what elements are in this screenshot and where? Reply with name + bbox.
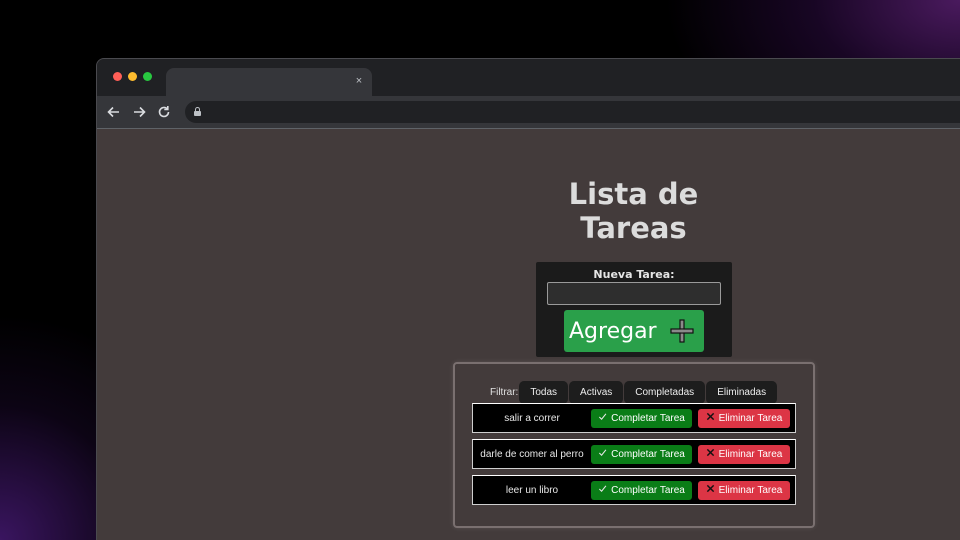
new-task-form: Nueva Tarea: Agregar (536, 262, 732, 357)
task-row: darle de comer al perro Completar Tarea … (472, 439, 796, 469)
filter-deleted-button[interactable]: Eliminadas (706, 381, 778, 404)
delete-task-button[interactable]: Eliminar Tarea (698, 408, 790, 428)
page-viewport: Lista de Tareas Nueva Tarea: Agregar Fil… (97, 129, 960, 540)
delete-task-label: Eliminar Tarea (718, 448, 783, 460)
check-icon (598, 412, 607, 424)
filter-active-button[interactable]: Activas (569, 381, 624, 404)
task-text: darle de comer al perro (480, 448, 584, 460)
forward-arrow-icon[interactable] (130, 103, 148, 121)
task-text: salir a correr (504, 412, 560, 424)
delete-task-button[interactable]: Eliminar Tarea (698, 444, 790, 464)
new-task-label: Nueva Tarea: (593, 268, 675, 281)
filter-label: Filtrar: (490, 387, 519, 398)
close-window-dot[interactable] (113, 72, 122, 81)
complete-task-button[interactable]: Completar Tarea (591, 408, 692, 428)
delete-task-button[interactable]: Eliminar Tarea (698, 480, 790, 500)
add-task-label: Agregar (569, 318, 657, 344)
filter-all-button[interactable]: Todas (519, 381, 569, 404)
browser-tab[interactable]: × (166, 68, 372, 96)
maximize-window-dot[interactable] (143, 72, 152, 81)
task-row: leer un libro Completar Tarea Eliminar T… (472, 475, 796, 505)
x-icon (706, 484, 715, 496)
new-task-input[interactable] (547, 282, 721, 305)
add-task-button[interactable]: Agregar (564, 310, 704, 352)
plus-icon (670, 319, 694, 343)
x-icon (706, 412, 715, 424)
complete-task-label: Completar Tarea (611, 412, 685, 424)
check-icon (598, 448, 607, 460)
browser-window: × Lista de Tareas Nueva Tarea: Agregar F… (96, 58, 960, 540)
x-icon (706, 448, 715, 460)
tab-strip: × (97, 59, 960, 96)
minimize-window-dot[interactable] (128, 72, 137, 81)
filter-completed-button[interactable]: Completadas (624, 381, 706, 404)
address-bar[interactable] (185, 101, 960, 123)
complete-task-label: Completar Tarea (611, 448, 685, 460)
tab-close-icon[interactable]: × (353, 75, 365, 87)
browser-toolbar (97, 96, 960, 129)
delete-task-label: Eliminar Tarea (718, 484, 783, 496)
window-controls (113, 72, 152, 81)
delete-task-label: Eliminar Tarea (718, 412, 783, 424)
check-icon (598, 484, 607, 496)
reload-icon[interactable] (155, 103, 173, 121)
back-arrow-icon[interactable] (105, 103, 123, 121)
filter-bar: Filtrar: Todas Activas Completadas Elimi… (490, 381, 778, 404)
task-text: leer un libro (505, 484, 559, 496)
complete-task-button[interactable]: Completar Tarea (591, 444, 692, 464)
complete-task-label: Completar Tarea (611, 484, 685, 496)
lock-icon (194, 107, 201, 116)
task-row: salir a correr Completar Tarea Eliminar … (472, 403, 796, 433)
page-title: Lista de Tareas (568, 177, 699, 245)
task-list-panel: Filtrar: Todas Activas Completadas Elimi… (453, 362, 815, 528)
complete-task-button[interactable]: Completar Tarea (591, 480, 692, 500)
